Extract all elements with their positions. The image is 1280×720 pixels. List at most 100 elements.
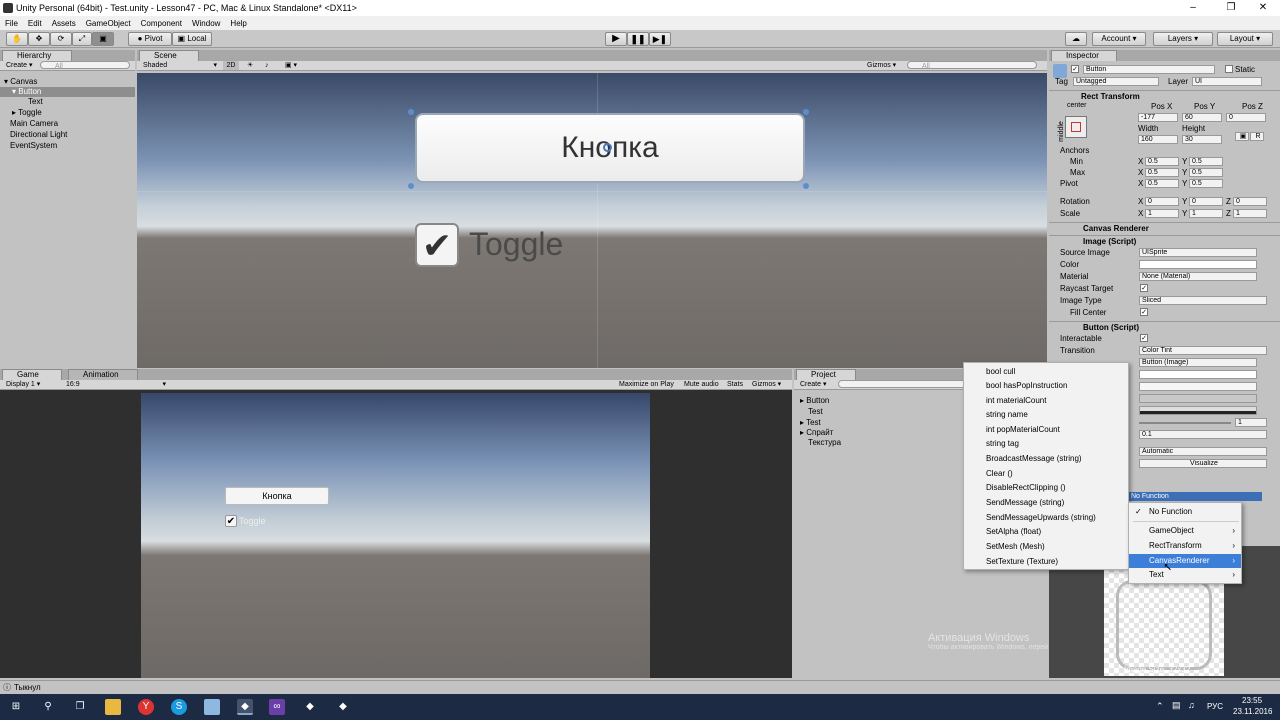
menu-item-set-alpha[interactable]: SetAlpha (float) [986,527,1041,536]
stats-toggle[interactable]: Stats [727,380,743,389]
hierarchy-item-toggle[interactable]: ▸ Toggle [12,108,42,118]
rot-z-field[interactable]: 0 [1233,197,1267,206]
close-icon[interactable]: ✕ [1246,0,1280,16]
menu-item-string-name[interactable]: string name [986,410,1028,419]
menu-item-bool-cull[interactable]: bool cull [986,367,1015,376]
hierarchy-item-text[interactable]: Text [28,97,43,107]
fade-duration-field[interactable]: 0.1 [1139,430,1267,439]
tag-dropdown[interactable]: Untagged [1073,77,1159,86]
fade-slider[interactable] [1139,422,1231,424]
menu-item-gameobject[interactable]: GameObject › [1129,524,1241,538]
width-field[interactable]: 160 [1138,135,1178,144]
language-indicator[interactable]: РУС [1207,702,1223,711]
game-gizmos-dropdown[interactable]: Gizmos ▾ [752,380,781,389]
menu-item-send-message-upwards[interactable]: SendMessageUpwards (string) [986,513,1096,522]
network-icon[interactable]: ▤ [1172,700,1181,711]
hierarchy-item-main-camera[interactable]: Main Camera [10,119,58,129]
pressed-color-field[interactable] [1139,394,1257,403]
menu-item-recttransform[interactable]: RectTransform › [1129,539,1241,553]
pos-y-field[interactable]: 60 [1182,113,1222,122]
scene-toggle-checkbox[interactable]: ✔ [415,223,459,267]
anchor-max-y-field[interactable]: 0.5 [1189,168,1223,177]
menu-item-broadcast-message[interactable]: BroadcastMessage (string) [986,454,1082,463]
menu-item-disable-rect-clipping[interactable]: DisableRectClipping () [986,483,1066,492]
tab-game[interactable]: Game [2,369,62,380]
tab-inspector[interactable]: Inspector [1051,50,1117,61]
minimize-icon[interactable]: – [1176,0,1210,16]
windows-start-icon[interactable]: ⊞ [8,699,24,715]
scene-viewport[interactable]: Кнопка ✔ Toggle [137,73,1047,368]
project-item-test[interactable]: Test [808,407,823,417]
raycast-checkbox[interactable]: ✓ [1140,284,1148,292]
menu-item-text[interactable]: Text › [1129,568,1241,582]
image-type-dropdown[interactable]: Sliced [1139,296,1267,305]
audio-icon[interactable]: ♪ [265,61,269,70]
visualize-button[interactable]: Visualize [1139,459,1267,468]
search-icon[interactable]: ⚲ [40,699,56,715]
menu-item-send-message[interactable]: SendMessage (string) [986,498,1064,507]
skype-icon[interactable]: S [171,699,187,715]
anchor-min-y-field[interactable]: 0.5 [1189,157,1223,166]
project-item-sprite[interactable]: ▸ Спрайт [800,428,833,438]
source-image-field[interactable]: UISprite [1139,248,1257,257]
display-dropdown[interactable]: Display 1 ▾ [6,380,40,389]
scale-tool-icon[interactable]: ⤢ [72,32,92,46]
rect-handle[interactable] [408,183,414,189]
rect-transform-header[interactable]: Rect Transform [1049,90,1280,102]
function-dropdown[interactable]: No Function [1128,492,1262,501]
layout-dropdown[interactable]: Layout ▾ [1217,32,1273,46]
mute-audio-toggle[interactable]: Mute audio [684,380,719,389]
account-dropdown[interactable]: Account ▾ [1092,32,1146,46]
rect-handle[interactable] [803,183,809,189]
scene-search-input[interactable]: All [907,61,1037,70]
pivot-x-field[interactable]: 0.5 [1145,179,1179,188]
menu-help[interactable]: Help [225,19,251,28]
navigation-dropdown[interactable]: Automatic [1139,447,1267,456]
rect-handle[interactable] [803,109,809,115]
maximize-on-play-toggle[interactable]: Maximize on Play [619,380,674,389]
tab-project[interactable]: Project [796,369,856,380]
project-item-button[interactable]: ▸ Button [800,396,829,406]
gizmos-dropdown[interactable]: Gizmos ▾ [867,61,896,70]
menu-window[interactable]: Window [187,19,225,28]
raw-edit-button[interactable]: R [1250,132,1264,141]
clock-date[interactable]: 23.11.2016 [1233,707,1272,716]
anchor-min-x-field[interactable]: 0.5 [1145,157,1179,166]
menu-edit[interactable]: Edit [23,19,47,28]
fade-value-field[interactable]: 1 [1235,418,1267,427]
rect-tool-icon[interactable]: ▣ [92,32,114,46]
unity-icon-3[interactable]: ◆ [335,699,351,715]
layer-dropdown[interactable]: UI [1192,77,1262,86]
height-field[interactable]: 30 [1182,135,1222,144]
shading-dropdown[interactable]: Shaded ▾ [143,61,217,70]
app-icon[interactable] [204,699,220,715]
hierarchy-item-button[interactable]: ▾ Button [0,87,135,97]
local-toggle[interactable]: ▣ Local [172,32,212,46]
target-graphic-field[interactable]: Button (Image) [1139,358,1257,367]
menu-gameobject[interactable]: GameObject [81,19,136,28]
effects-icon[interactable]: ▣ ▾ [285,61,297,70]
menu-component[interactable]: Component [136,19,187,28]
tray-chevron-icon[interactable]: ⌃ [1156,701,1164,712]
object-name-field[interactable]: Button [1083,65,1215,74]
tab-scene[interactable]: Scene [139,50,199,61]
project-item-test-2[interactable]: ▸ Test [800,418,821,428]
highlighted-color-field[interactable] [1139,382,1257,391]
pivot-toggle[interactable]: ● Pivot [128,32,172,46]
menu-item-no-function[interactable]: ✓ No Function [1129,505,1241,519]
step-button[interactable]: ▶❚ [649,32,671,46]
normal-color-field[interactable] [1139,370,1257,379]
menu-file[interactable]: File [0,19,23,28]
hierarchy-item-directional-light[interactable]: Directional Light [10,130,67,140]
yandex-browser-icon[interactable]: Y [138,699,154,715]
unity-icon-2[interactable]: ◆ [302,699,318,715]
menu-item-string-tag[interactable]: string tag [986,439,1019,448]
static-checkbox[interactable] [1225,65,1233,73]
cloud-button[interactable]: ☁ [1065,32,1087,46]
tab-animation[interactable]: Animation [68,369,138,380]
menu-item-canvasrenderer[interactable]: CanvasRenderer › [1129,554,1241,568]
layers-dropdown[interactable]: Layers ▾ [1153,32,1213,46]
game-button[interactable]: Кнопка [225,487,329,505]
game-viewport[interactable]: Кнопка ✔ Toggle [141,393,650,678]
material-field[interactable]: None (Material) [1139,272,1257,281]
